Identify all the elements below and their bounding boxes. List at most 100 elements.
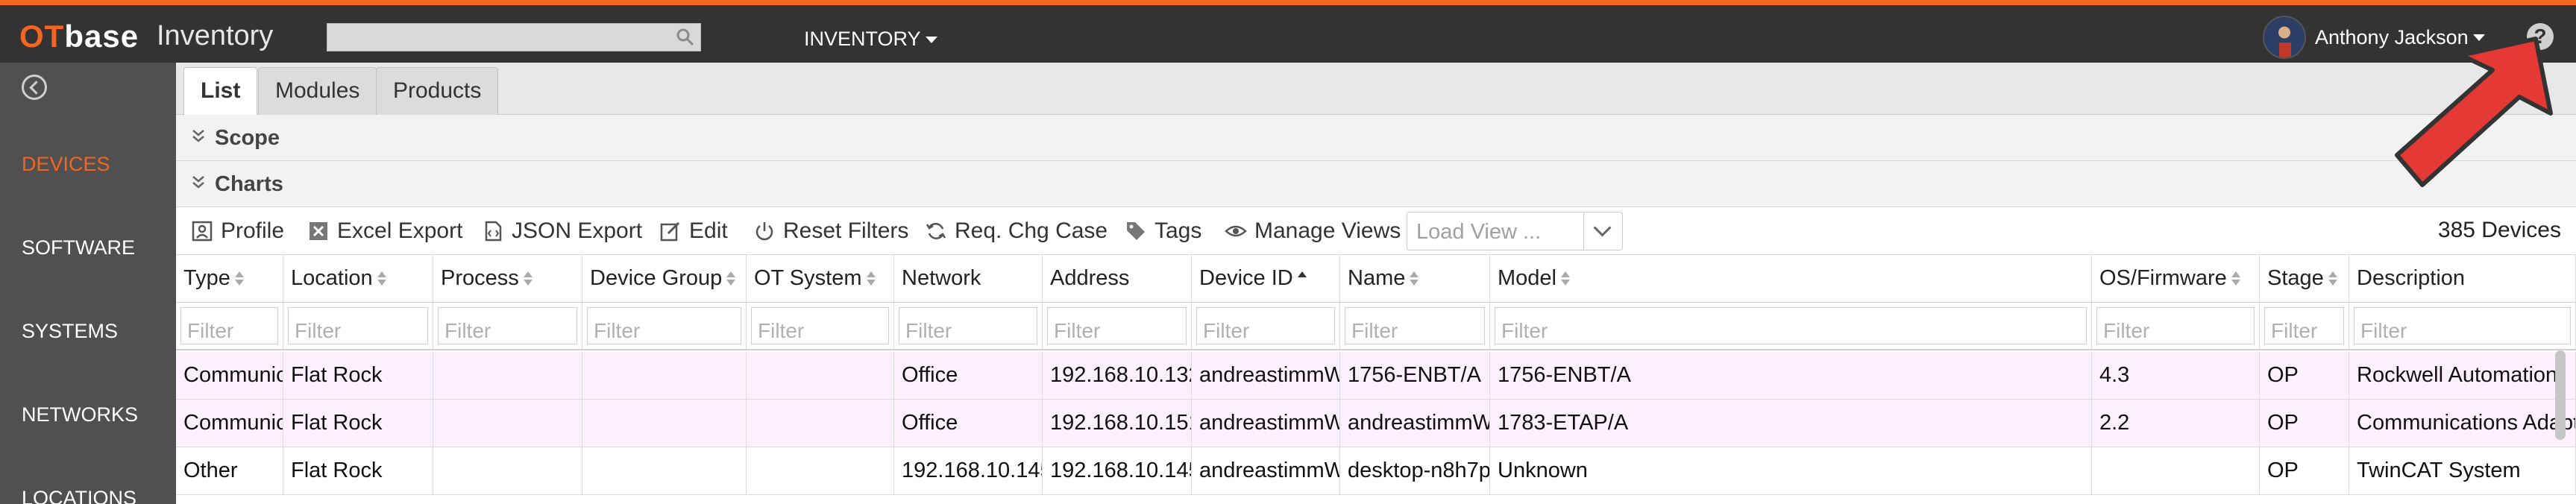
sort-icon[interactable]	[523, 271, 533, 286]
load-view-select[interactable]: Load View ...	[1407, 212, 1623, 251]
filter-input-location[interactable]	[289, 313, 427, 349]
sidebar-item-networks[interactable]: NETWORKS	[22, 403, 138, 426]
edit-button[interactable]: Edit	[659, 207, 728, 255]
table-cell	[747, 447, 894, 494]
sidebar-item-systems[interactable]: SYSTEMS	[22, 320, 118, 343]
filter-input-address[interactable]	[1048, 313, 1186, 349]
sort-icon[interactable]	[866, 271, 876, 286]
filter-input-device-group[interactable]	[588, 313, 741, 349]
tab-products[interactable]: Products	[376, 67, 499, 115]
req-chg-case-button[interactable]: Req. Chg Case	[925, 207, 1108, 255]
table-cell: andreastimmW	[1192, 352, 1340, 399]
filter-cell-os-firmware	[2092, 303, 2260, 349]
global-search-input[interactable]	[327, 23, 701, 51]
column-header-description[interactable]: Description	[2349, 255, 2576, 302]
table-cell: andreastimmW	[1192, 400, 1340, 447]
column-header-os-firmware[interactable]: OS/Firmware	[2092, 255, 2260, 302]
view-tabs: List Modules Products	[176, 63, 2576, 116]
top-bar: OTbase Inventory INVENTORY Anthony Jacks…	[0, 0, 2576, 63]
sidebar-item-devices[interactable]: DEVICES	[22, 153, 110, 176]
sort-icon[interactable]	[2231, 271, 2240, 286]
sort-icon[interactable]	[1561, 271, 1570, 286]
column-header-stage[interactable]: Stage	[2260, 255, 2349, 302]
filter-input-description[interactable]	[2354, 313, 2570, 349]
column-header-label: Network	[902, 266, 981, 290]
sort-ascending-icon[interactable]	[1297, 271, 1307, 286]
power-icon	[755, 222, 773, 241]
reset-filters-button[interactable]: Reset Filters	[753, 207, 908, 255]
vertical-scrollbar[interactable]	[2555, 350, 2566, 440]
filter-box	[2096, 307, 2255, 349]
column-header-location[interactable]: Location	[283, 255, 433, 302]
scope-section-toggle[interactable]: Scope	[176, 115, 2576, 161]
profile-button[interactable]: Profile	[191, 207, 284, 255]
manage-views-button[interactable]: Manage Views	[1225, 207, 1401, 255]
json-export-button[interactable]: JSON Export	[482, 207, 642, 255]
filter-cell-network	[894, 303, 1043, 349]
table-cell: Flat Rock	[283, 447, 433, 494]
column-header-label: Address	[1050, 266, 1130, 290]
table-cell	[433, 400, 582, 447]
filter-box	[438, 307, 577, 349]
filter-input-ot-system[interactable]	[752, 313, 888, 349]
table-row[interactable]: CommunicationsFlat Rock Office192.168.10.…	[176, 400, 2576, 447]
scope-label: Scope	[215, 126, 280, 150]
tab-modules[interactable]: Modules	[258, 67, 377, 115]
table-cell: 192.168.10.145	[1043, 447, 1192, 494]
filter-input-network[interactable]	[899, 313, 1037, 349]
filter-input-os-firmware[interactable]	[2097, 313, 2254, 349]
table-row[interactable]: Other Flat Rock 192.168.10.145 192.168.10.1…	[176, 447, 2576, 495]
column-header-label: Device ID	[1199, 266, 1293, 290]
column-header-device-group[interactable]: Device Group	[582, 255, 747, 302]
chevron-double-down-icon	[192, 130, 204, 142]
filter-box	[288, 307, 428, 349]
table-cell: 1756-ENBT/A	[1340, 352, 1490, 399]
search-icon[interactable]	[675, 27, 696, 48]
column-header-label: Model	[1498, 266, 1556, 290]
table-cell	[582, 352, 747, 399]
column-header-process[interactable]: Process	[433, 255, 582, 302]
filter-box	[180, 307, 278, 349]
sort-icon[interactable]	[726, 271, 736, 286]
table-row[interactable]: CommunicationsFlat Rock Office192.168.10.…	[176, 352, 2576, 400]
table-filter-row	[176, 303, 2576, 350]
sort-icon[interactable]	[1410, 271, 1419, 286]
sort-icon[interactable]	[377, 271, 386, 286]
filter-cell-name	[1340, 303, 1490, 349]
filter-input-type[interactable]	[181, 313, 277, 349]
table-cell: Communications	[176, 400, 283, 447]
excel-export-button[interactable]: Excel Export	[307, 207, 462, 255]
avatar[interactable]	[2263, 16, 2306, 59]
tag-icon	[1127, 222, 1145, 240]
column-header-type[interactable]: Type	[176, 255, 283, 302]
sidebar-item-software[interactable]: SOFTWARE	[22, 236, 135, 259]
column-header-network[interactable]: Network	[894, 255, 1043, 302]
otbase-logo[interactable]: OTbase	[19, 19, 139, 54]
column-header-address[interactable]: Address	[1043, 255, 1192, 302]
column-header-device-id[interactable]: Device ID	[1192, 255, 1340, 302]
table-cell: 2.2	[2092, 400, 2260, 447]
sort-icon[interactable]	[234, 271, 244, 286]
sidebar-item-locations[interactable]: LOCATIONS	[22, 487, 136, 504]
profile-label: Profile	[221, 218, 285, 243]
filter-input-process[interactable]	[439, 313, 577, 349]
sort-icon[interactable]	[2328, 271, 2337, 286]
filter-input-model[interactable]	[1495, 313, 2086, 349]
filter-input-stage[interactable]	[2265, 313, 2343, 349]
inventory-menu[interactable]: INVENTORY	[804, 28, 937, 51]
chevron-down-icon[interactable]	[1583, 212, 1622, 250]
tab-list[interactable]: List	[183, 67, 258, 116]
column-header-label: Location	[291, 266, 373, 290]
filter-input-device-id[interactable]	[1197, 313, 1334, 349]
filter-input-name[interactable]	[1345, 313, 1484, 349]
tags-button[interactable]: Tags	[1125, 207, 1201, 255]
charts-section-toggle[interactable]: Charts	[176, 161, 2576, 207]
column-header-ot-system[interactable]: OT System	[747, 255, 894, 302]
column-header-label: Stage	[2267, 266, 2324, 290]
collapse-sidebar-icon[interactable]	[22, 75, 47, 100]
table-cell: OP	[2260, 352, 2349, 399]
table-cell: Communications Adapter	[2349, 400, 2576, 447]
filter-box	[1196, 307, 1335, 349]
column-header-model[interactable]: Model	[1490, 255, 2092, 302]
column-header-name[interactable]: Name	[1340, 255, 1490, 302]
